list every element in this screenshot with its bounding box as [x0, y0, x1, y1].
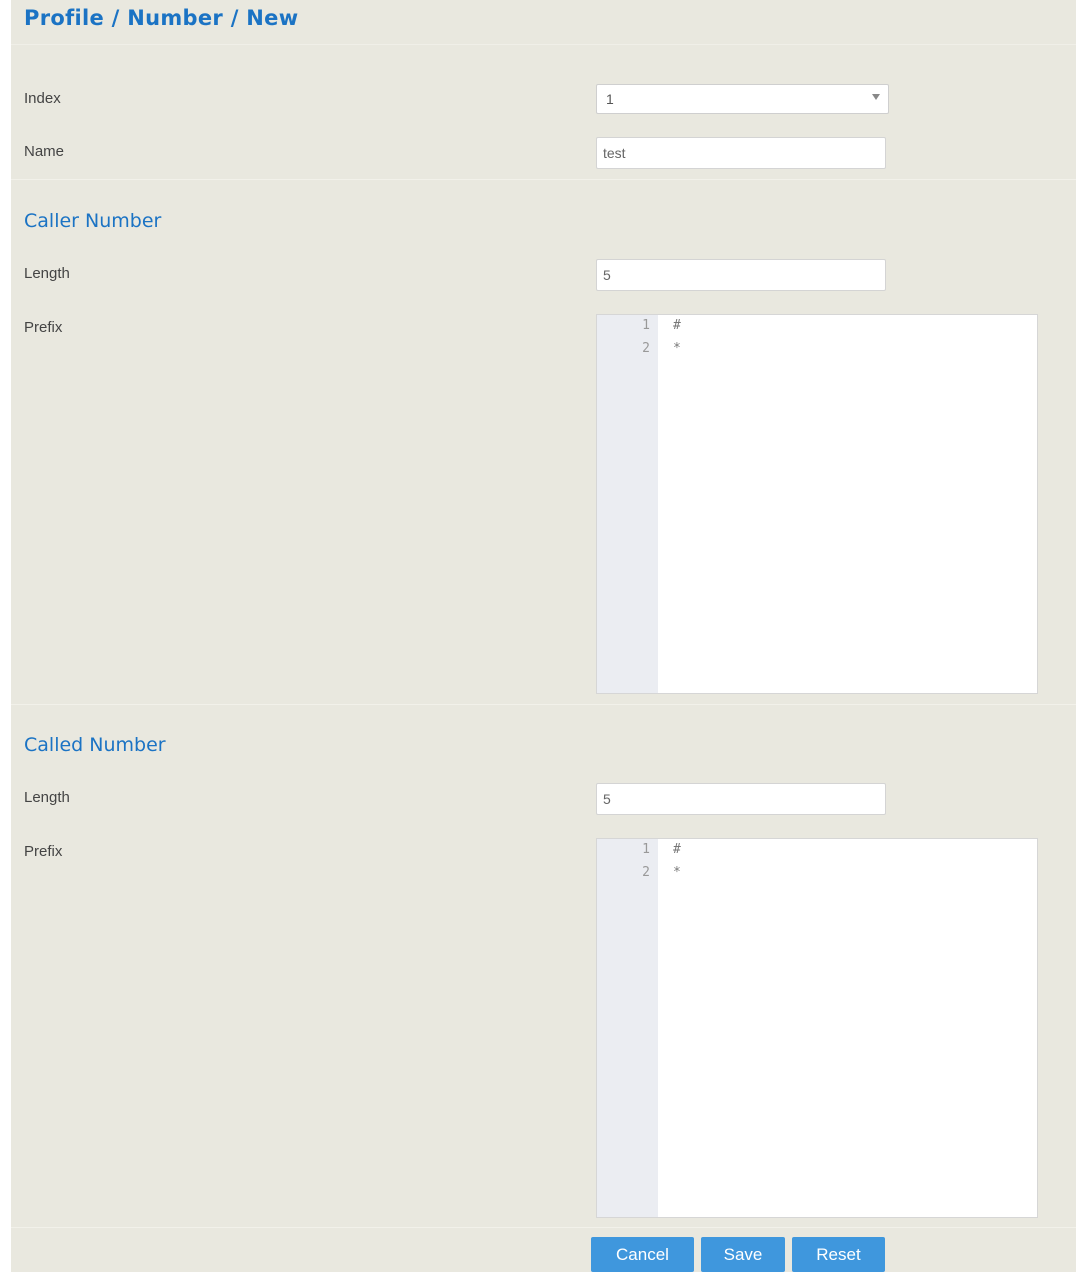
line-number-gutter: 1 2 [597, 315, 658, 693]
chevron-down-icon [872, 94, 880, 100]
section-divider [11, 1227, 1076, 1228]
line-number: 1 [642, 318, 650, 333]
caller-length-field[interactable] [596, 259, 886, 291]
index-select-value: 1 [606, 91, 614, 107]
line-number: 2 [642, 341, 650, 356]
page-title: Profile / Number / New [24, 6, 299, 30]
line-number-gutter: 1 2 [597, 839, 658, 1217]
caller-prefix-editor[interactable]: 1 2 # * [596, 314, 1038, 694]
line-number: 1 [642, 842, 650, 857]
section-divider [11, 179, 1076, 180]
called-number-heading: Called Number [24, 734, 166, 756]
index-select[interactable]: 1 [596, 84, 889, 114]
called-prefix-editor[interactable]: 1 2 # * [596, 838, 1038, 1218]
prefix-line: * [673, 341, 681, 356]
prefix-line: # [673, 318, 681, 333]
section-divider [11, 704, 1076, 705]
save-button[interactable]: Save [701, 1237, 785, 1272]
caller-number-heading: Caller Number [24, 210, 162, 232]
name-label: Name [24, 143, 65, 160]
reset-button[interactable]: Reset [792, 1237, 885, 1272]
caller-prefix-label: Prefix [24, 319, 63, 336]
called-prefix-label: Prefix [24, 843, 63, 860]
name-field[interactable] [596, 137, 886, 169]
called-length-label: Length [24, 789, 70, 806]
prefix-line: # [673, 842, 681, 857]
line-number: 2 [642, 865, 650, 880]
form-page: Profile / Number / New Index 1 Name Call… [11, 0, 1076, 1272]
prefix-line: * [673, 865, 681, 880]
title-divider [11, 44, 1076, 45]
called-length-field[interactable] [596, 783, 886, 815]
cancel-button[interactable]: Cancel [591, 1237, 694, 1272]
caller-length-label: Length [24, 265, 70, 282]
index-label: Index [24, 90, 61, 107]
